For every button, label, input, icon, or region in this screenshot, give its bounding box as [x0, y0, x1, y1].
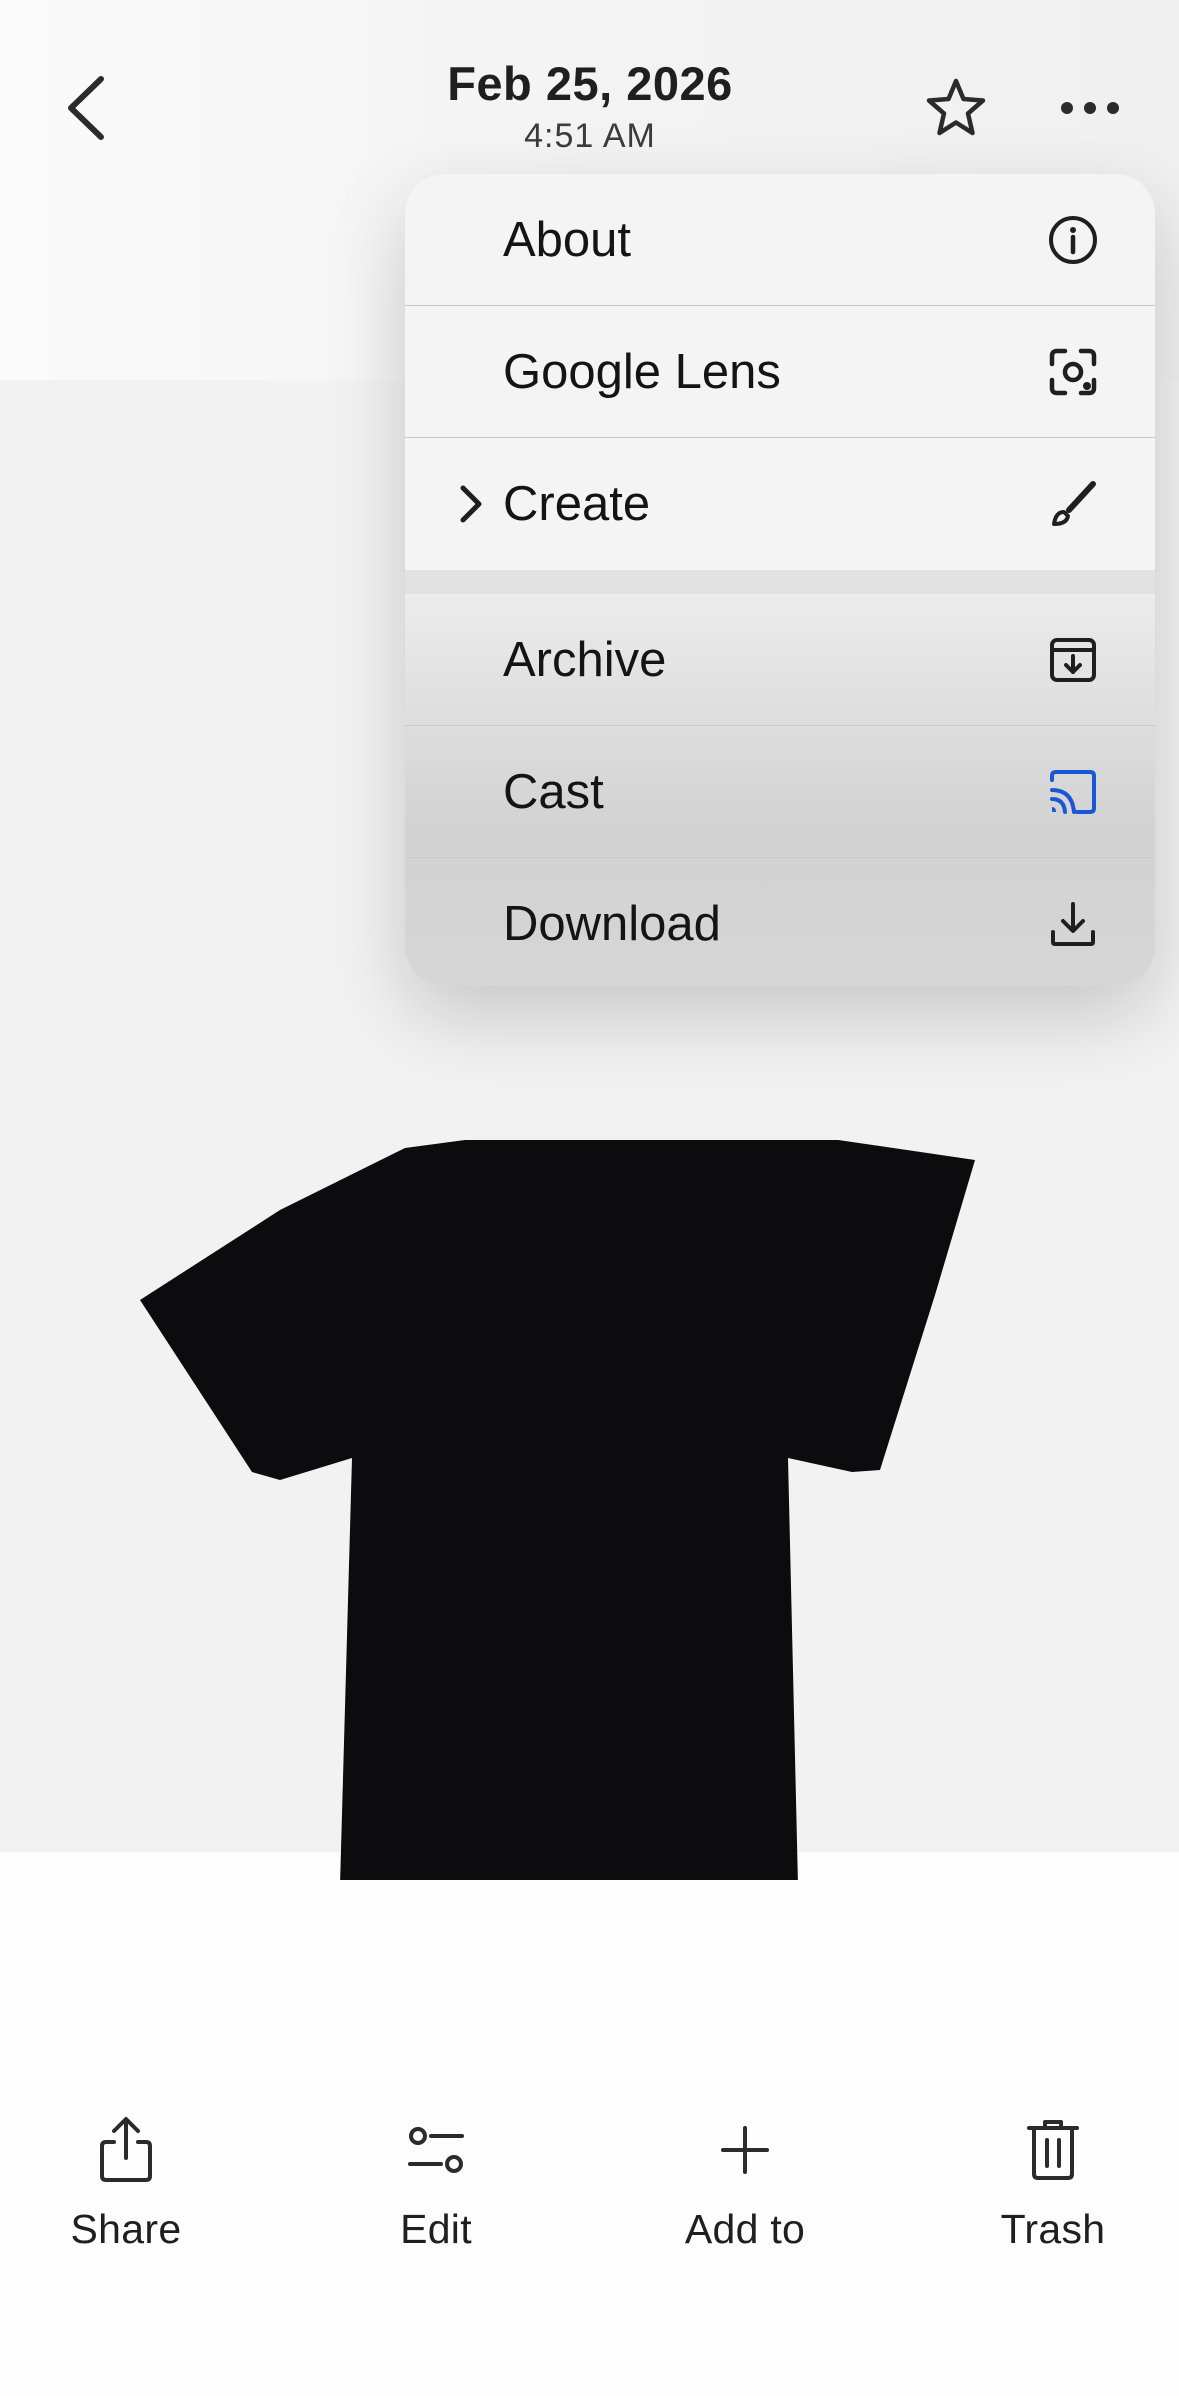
- menu-divider: [405, 570, 1155, 594]
- info-icon: [1049, 216, 1097, 264]
- cast-icon: [1050, 770, 1096, 814]
- edit-label: Edit: [400, 2206, 472, 2252]
- menu-item-label: Download: [503, 897, 721, 951]
- menu-item-download[interactable]: Download: [405, 858, 1155, 986]
- trash-button[interactable]: Trash: [943, 2100, 1163, 2280]
- edit-sliders-icon: [408, 2127, 464, 2173]
- overflow-menu: About Google Lens Create Archive Cast Do…: [405, 174, 1155, 986]
- menu-group-secondary: Archive Cast Download: [405, 594, 1155, 986]
- back-button[interactable]: [46, 60, 126, 156]
- menu-item-label: Create: [503, 477, 651, 531]
- photo-time: 4:51 AM: [524, 117, 656, 155]
- add-to-label: Add to: [684, 2206, 806, 2252]
- menu-item-label: Google Lens: [503, 344, 781, 399]
- bottom-action-bar: Share Edit Add to Trash: [0, 2100, 1179, 2280]
- chevron-left-icon: [68, 76, 104, 140]
- black-tshirt-image: [140, 1140, 975, 1880]
- menu-item-cast[interactable]: Cast: [405, 726, 1155, 858]
- chevron-right-icon: [460, 485, 482, 523]
- favorite-button[interactable]: [912, 64, 1000, 152]
- menu-item-google-lens[interactable]: Google Lens: [405, 306, 1155, 438]
- menu-item-about[interactable]: About: [405, 174, 1155, 306]
- trash-icon: [1027, 2120, 1079, 2180]
- share-button[interactable]: Share: [16, 2100, 236, 2280]
- menu-item-archive[interactable]: Archive: [405, 594, 1155, 726]
- star-outline-icon: [926, 78, 986, 136]
- more-horizontal-icon: [1061, 102, 1119, 114]
- menu-item-label: About: [503, 212, 632, 267]
- share-label: Share: [70, 2206, 182, 2252]
- more-options-button[interactable]: [1046, 64, 1134, 152]
- photo-date: Feb 25, 2026: [447, 57, 733, 110]
- download-icon: [1051, 902, 1095, 946]
- share-icon: [100, 2117, 152, 2182]
- menu-item-label: Cast: [503, 764, 604, 819]
- menu-group-primary: About Google Lens Create: [405, 174, 1155, 570]
- trash-label: Trash: [1000, 2206, 1106, 2252]
- menu-item-create[interactable]: Create: [405, 438, 1155, 570]
- archive-icon: [1050, 638, 1096, 682]
- brush-icon: [1052, 481, 1096, 526]
- add-to-button[interactable]: Add to: [635, 2100, 855, 2280]
- google-lens-icon: [1049, 348, 1097, 396]
- plus-icon: [721, 2126, 769, 2174]
- photo-title: Feb 25, 2026 4:51 AM: [340, 56, 840, 156]
- edit-button[interactable]: Edit: [326, 2100, 546, 2280]
- menu-item-label: Archive: [503, 632, 667, 687]
